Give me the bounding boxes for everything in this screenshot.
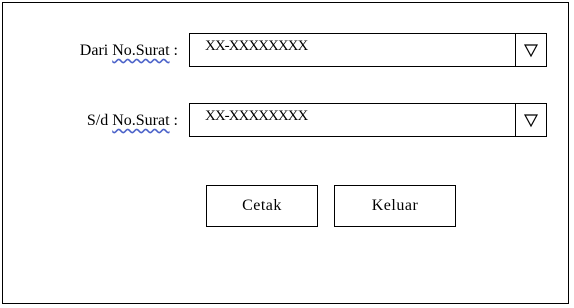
dialog-window: Dari No.Surat : XX-XXXXXXXX S/d No.Surat…: [2, 2, 569, 304]
print-button[interactable]: Cetak: [206, 185, 318, 227]
to-letter-value: XX-XXXXXXXX: [205, 108, 308, 124]
exit-button[interactable]: Keluar: [334, 185, 456, 227]
from-label-nosurat: No.Surat: [112, 42, 170, 59]
from-letter-value: XX-XXXXXXXX: [205, 38, 308, 54]
from-letter-label: Dari No.Surat :: [80, 41, 178, 61]
from-letter-dropdown[interactable]: XX-XXXXXXXX: [189, 33, 547, 67]
to-label-prefix: S/d: [86, 112, 113, 129]
to-label-colon: :: [169, 112, 178, 129]
from-label-prefix: Dari: [79, 42, 113, 59]
to-letter-dropdown[interactable]: XX-XXXXXXXX: [189, 103, 547, 137]
to-label-nosurat: No.Surat: [112, 112, 170, 129]
to-letter-row: S/d No.Surat : XX-XXXXXXXX: [3, 103, 568, 137]
from-letter-row: Dari No.Surat : XX-XXXXXXXX: [3, 33, 568, 67]
to-dropdown-button[interactable]: [515, 104, 546, 136]
to-letter-label: S/d No.Surat :: [87, 111, 178, 131]
from-label-colon: :: [169, 42, 178, 59]
from-dropdown-button[interactable]: [515, 34, 546, 66]
triangle-down-icon: [523, 44, 539, 58]
triangle-down-icon: [523, 114, 539, 128]
